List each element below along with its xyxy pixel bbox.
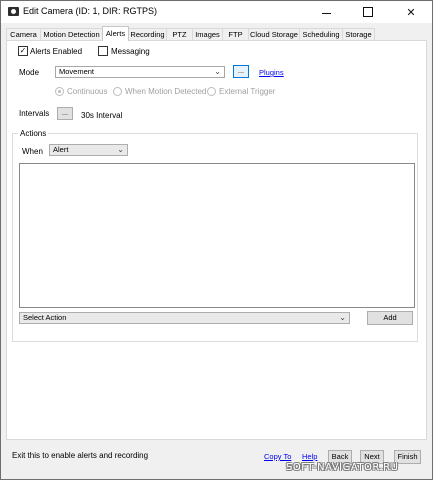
when-select[interactable]: Alert ⌄: [49, 144, 128, 156]
minimize-button[interactable]: [311, 1, 341, 23]
alerts-enabled-label: Alerts Enabled: [30, 47, 83, 56]
tab-cloud-storage[interactable]: Cloud Storage: [248, 28, 300, 40]
status-hint: Exit this to enable alerts and recording: [12, 451, 149, 460]
continuous-radio[interactable]: [55, 87, 64, 96]
tab-camera[interactable]: Camera: [6, 28, 41, 40]
chevron-down-icon: ⌄: [214, 67, 221, 76]
copy-to-link[interactable]: Copy To: [264, 452, 291, 461]
maximize-button[interactable]: [353, 1, 383, 23]
camera-app-icon: [8, 7, 19, 16]
tab-ftp[interactable]: FTP: [222, 28, 249, 40]
intervals-button[interactable]: ...: [57, 107, 73, 120]
tab-ptz[interactable]: PTZ: [166, 28, 193, 40]
edit-camera-window: Edit Camera (ID: 1, DIR: RGTPS) ✕ Camera…: [0, 0, 433, 480]
mode-browse-button[interactable]: ...: [233, 65, 249, 78]
select-action-value: Select Action: [23, 313, 67, 322]
mode-select[interactable]: Movement ⌄: [55, 66, 225, 78]
tab-alerts[interactable]: Alerts: [102, 26, 129, 41]
messaging-label: Messaging: [111, 47, 150, 56]
tab-images[interactable]: Images: [192, 28, 223, 40]
tab-scheduling[interactable]: Scheduling: [299, 28, 343, 40]
minimize-icon: [321, 12, 331, 14]
chevron-down-icon: ⌄: [117, 145, 124, 154]
when-motion-detected-radio[interactable]: [113, 87, 122, 96]
tab-motion-detection[interactable]: Motion Detection: [40, 28, 103, 40]
external-trigger-label: External Trigger: [219, 87, 276, 96]
mode-label: Mode: [19, 68, 40, 77]
mode-value: Movement: [59, 67, 95, 76]
maximize-icon: [363, 7, 373, 17]
close-button[interactable]: ✕: [396, 1, 426, 23]
tab-storage[interactable]: Storage: [342, 28, 375, 40]
window-title: Edit Camera (ID: 1, DIR: RGTPS): [23, 6, 158, 16]
select-action-dropdown[interactable]: Select Action ⌄: [19, 312, 350, 324]
messaging-checkbox[interactable]: [98, 46, 108, 56]
actions-list[interactable]: [19, 163, 415, 308]
continuous-label: Continuous: [67, 87, 108, 96]
title-bar[interactable]: Edit Camera (ID: 1, DIR: RGTPS) ✕: [1, 1, 432, 23]
chevron-down-icon: ⌄: [339, 313, 346, 322]
alerts-enabled-checkbox[interactable]: ✓: [18, 46, 28, 56]
add-action-button[interactable]: Add: [367, 311, 413, 325]
when-label: When: [22, 147, 43, 156]
close-icon: ✕: [406, 6, 416, 19]
help-link[interactable]: Help: [302, 452, 317, 461]
tab-recording[interactable]: Recording: [128, 28, 167, 40]
plugins-link[interactable]: Plugins: [259, 68, 284, 77]
watermark-text: SOFT-NAVIGATOR.RU: [286, 462, 399, 473]
actions-group-label: Actions: [18, 129, 49, 138]
intervals-label: Intervals: [19, 109, 50, 118]
interval-value: 30s Interval: [81, 111, 123, 120]
when-motion-detected-label: When Motion Detected: [125, 87, 207, 96]
when-value: Alert: [53, 145, 69, 154]
external-trigger-radio[interactable]: [207, 87, 216, 96]
